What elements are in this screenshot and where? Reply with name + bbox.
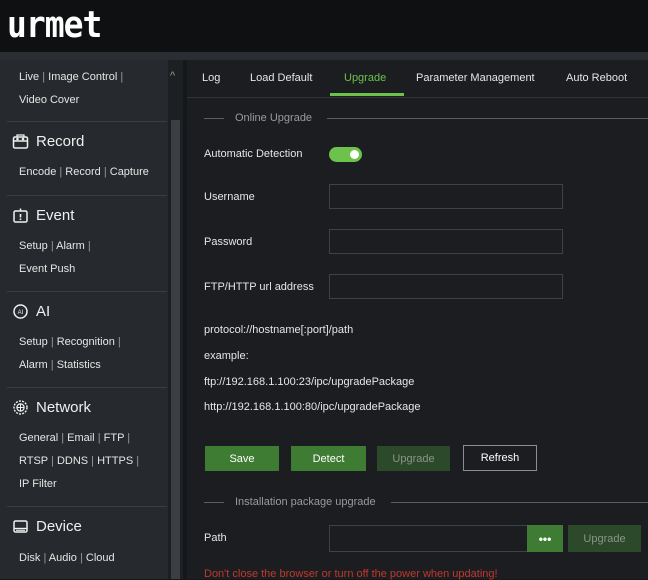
sidebar-section-event[interactable]: Event	[12, 207, 74, 224]
network-icon	[13, 400, 28, 415]
sidebar-link-live[interactable]: Live	[19, 71, 39, 83]
sidebar-link-email[interactable]: Email	[67, 432, 95, 444]
legend-line	[204, 502, 224, 503]
record-icon	[12, 134, 29, 149]
sidebar-divider	[7, 121, 167, 122]
sidebar-link-setup[interactable]: Setup	[19, 240, 48, 252]
path-label: Path	[204, 532, 227, 544]
sidebar: ^ Live | Image Control | Video Cover Rec…	[0, 60, 183, 579]
tab-load-default[interactable]: Load Default	[250, 72, 312, 84]
url-label: FTP/HTTP url address	[204, 281, 314, 293]
package-upgrade-button[interactable]: Upgrade	[568, 525, 641, 552]
sidebar-network-links: General | Email | FTP | RTSP | DDNS | HT…	[19, 432, 140, 490]
legend-line	[204, 118, 224, 119]
main-panel: Log Load Default Upgrade Parameter Manag…	[187, 60, 648, 580]
sidebar-scroll-up-icon[interactable]: ^	[170, 70, 175, 82]
sidebar-link-audio[interactable]: Audio	[49, 552, 77, 564]
sidebar-link-capture[interactable]: Capture	[110, 166, 149, 178]
tab-log[interactable]: Log	[202, 72, 220, 84]
path-input[interactable]	[329, 525, 527, 552]
top-bar: urmet	[0, 0, 648, 52]
tab-bar: Log Load Default Upgrade Parameter Manag…	[187, 60, 648, 98]
sidebar-link-record[interactable]: Record	[65, 166, 100, 178]
example-http: http://192.168.1.100:80/ipc/upgradePacka…	[204, 401, 421, 413]
auto-detection-label: Automatic Detection	[204, 148, 303, 160]
sidebar-section-ai[interactable]: AI AI	[12, 303, 50, 320]
tab-parameter-management[interactable]: Parameter Management	[416, 72, 535, 84]
online-upgrade-legend: Online Upgrade	[235, 112, 313, 124]
tab-auto-reboot[interactable]: Auto Reboot	[566, 72, 627, 84]
detect-button[interactable]: Detect	[291, 446, 366, 471]
package-upgrade-legend: Installation package upgrade	[235, 496, 376, 508]
update-warning: Don't close the browser or turn off the …	[204, 568, 498, 580]
password-label: Password	[204, 236, 253, 248]
sidebar-ai-links: Setup | Recognition | Alarm | Statistics	[19, 336, 121, 371]
sidebar-link-alarm[interactable]: Alarm	[19, 359, 48, 371]
sidebar-link-ip-filter[interactable]: IP Filter	[19, 478, 57, 490]
top-sub-bar	[0, 52, 648, 60]
sidebar-link-statistics[interactable]: Statistics	[57, 359, 101, 371]
browse-button[interactable]: •••	[527, 525, 563, 552]
sidebar-link-setup[interactable]: Setup	[19, 336, 48, 348]
sidebar-section-record-title: Record	[36, 133, 85, 150]
sidebar-link-encode[interactable]: Encode	[19, 166, 56, 178]
sidebar-divider	[7, 195, 167, 196]
sidebar-section-ai-title: AI	[36, 303, 51, 320]
sidebar-section-device[interactable]: Device	[12, 518, 82, 535]
username-label: Username	[204, 191, 255, 203]
sidebar-link-https[interactable]: HTTPS	[97, 455, 133, 467]
urmet-logo: urmet	[7, 3, 102, 46]
tab-upgrade[interactable]: Upgrade	[344, 72, 386, 84]
sidebar-link-alarm[interactable]: Alarm	[56, 240, 85, 252]
legend-line	[391, 502, 648, 503]
sidebar-link-image-control[interactable]: Image Control	[48, 71, 117, 83]
toggle-knob	[350, 150, 359, 159]
ai-icon: AI	[13, 304, 28, 319]
sidebar-link-event-push[interactable]: Event Push	[19, 263, 75, 275]
refresh-button[interactable]: Refresh	[463, 445, 537, 471]
auto-detection-toggle[interactable]	[329, 147, 362, 162]
active-tab-indicator	[330, 93, 404, 96]
sidebar-link-cloud[interactable]: Cloud	[86, 552, 115, 564]
sidebar-divider	[7, 387, 167, 388]
event-icon	[13, 208, 28, 223]
save-button[interactable]: Save	[205, 446, 279, 471]
sidebar-scrollbar-thumb[interactable]	[171, 120, 180, 579]
sidebar-link-ftp[interactable]: FTP	[104, 432, 125, 444]
sidebar-live-links: Live | Image Control | Video Cover	[19, 71, 124, 106]
sidebar-section-event-title: Event	[36, 207, 75, 224]
sidebar-divider	[7, 506, 167, 507]
sidebar-section-record[interactable]: Record	[12, 133, 84, 150]
example-ftp: ftp://192.168.1.100:23/ipc/upgradePackag…	[204, 376, 415, 388]
sidebar-section-network-title: Network	[36, 399, 92, 416]
username-input[interactable]	[329, 184, 563, 209]
example-label: example:	[204, 350, 249, 362]
svg-text:AI: AI	[18, 310, 24, 316]
upgrade-button[interactable]: Upgrade	[377, 446, 450, 471]
device-icon	[13, 520, 28, 533]
sidebar-link-rtsp[interactable]: RTSP	[19, 455, 48, 467]
sidebar-link-recognition[interactable]: Recognition	[57, 336, 115, 348]
sidebar-link-disk[interactable]: Disk	[19, 552, 40, 564]
sidebar-section-network[interactable]: Network	[12, 399, 91, 416]
password-input[interactable]	[329, 229, 563, 254]
sidebar-divider	[7, 291, 167, 292]
url-input[interactable]	[329, 274, 563, 299]
sidebar-link-video-cover[interactable]: Video Cover	[19, 94, 79, 106]
sidebar-section-device-title: Device	[36, 518, 82, 535]
protocol-hint: protocol://hostname[:port]/path	[204, 324, 354, 336]
legend-line	[327, 118, 648, 119]
sidebar-event-links: Setup | Alarm | Event Push	[19, 240, 91, 275]
sidebar-device-links: Disk | Audio | Cloud	[19, 552, 115, 564]
sidebar-link-ddns[interactable]: DDNS	[57, 455, 88, 467]
sidebar-link-general[interactable]: General	[19, 432, 58, 444]
sidebar-record-links: Encode | Record | Capture	[19, 166, 149, 178]
